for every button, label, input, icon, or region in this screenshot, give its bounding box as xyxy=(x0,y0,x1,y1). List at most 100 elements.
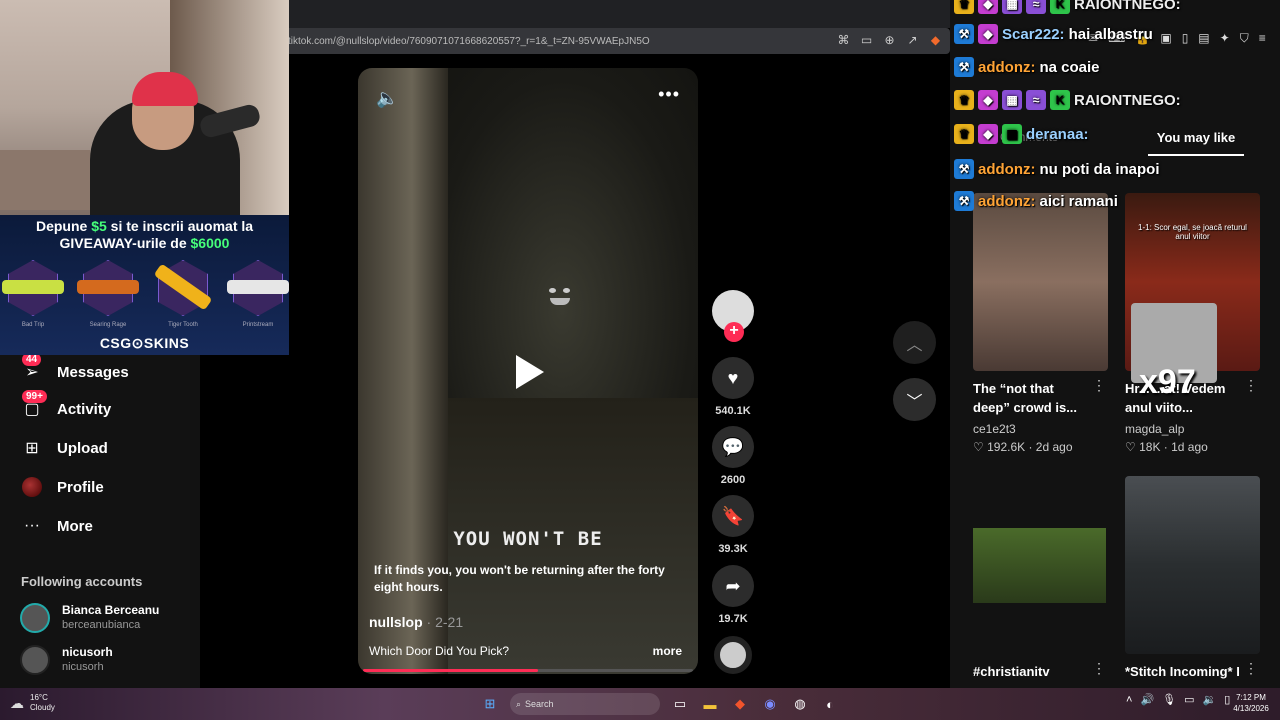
chat-message: ♛ ◆ ▦ ≈ K RAIONTNEGO: xyxy=(954,0,1181,18)
address-bar-icons: ⌘ ▭ ⊕ ↗ ◆ xyxy=(837,34,942,47)
chevron-down-icon: ﹀ xyxy=(906,393,923,411)
speaker-icon[interactable]: 🔊 xyxy=(1140,693,1154,706)
recommendation-card[interactable]: 1-1: Scor egal, se joacă returul anul vi… xyxy=(1125,193,1260,463)
more-options-icon[interactable]: ••• xyxy=(658,84,680,105)
chat-message: ⚒ addonz: aici ramani xyxy=(954,187,1118,215)
rec-title: *Stitch Incoming* I xyxy=(1125,664,1240,679)
task-view-icon[interactable]: ▭ xyxy=(670,694,690,714)
media-icon[interactable]: ◍ xyxy=(790,694,810,714)
screen: tiktok.com/@nullslop/video/7609071071668… xyxy=(0,0,1280,720)
volume-icon[interactable]: 🔈 xyxy=(376,88,398,109)
play-icon[interactable] xyxy=(516,355,544,389)
brave-icon[interactable]: ◆ xyxy=(730,694,750,714)
tier-badge-icon: ≈ xyxy=(1026,0,1046,14)
weather-widget[interactable]: ☁ 16°C Cloudy xyxy=(10,693,55,713)
taskbar-search[interactable]: ⌕ Search xyxy=(510,693,660,715)
chevron-up-icon[interactable]: ˄ xyxy=(1126,694,1132,706)
share-button[interactable]: ➦ xyxy=(712,565,754,607)
csgoskins-logo: CSG⊙SKINS xyxy=(99,335,190,351)
share-arrow-icon: ➦ xyxy=(725,575,741,596)
crown-icon: ♛ xyxy=(954,124,974,144)
like-count: 540.1K xyxy=(715,405,751,417)
comment-icon: 💬 xyxy=(721,436,745,457)
date: 4/13/2026 xyxy=(1233,704,1269,713)
search-label: Search xyxy=(525,699,554,709)
file-explorer-icon[interactable]: ▬ xyxy=(700,694,720,714)
video-author[interactable]: nullslop · 2-21 xyxy=(369,614,463,630)
video-overlay-text: YOU WON'T BE xyxy=(453,528,603,550)
giveaway-line-1: Depune $5 si te inscrii auomat la xyxy=(35,218,254,234)
sidebar-item-label: More xyxy=(57,517,93,535)
author-name[interactable]: nullslop xyxy=(369,614,423,630)
cast-icon[interactable]: ▭ xyxy=(860,34,873,47)
avatar xyxy=(20,603,50,633)
upload-icon: ⊞ xyxy=(25,440,39,457)
following-account[interactable]: Bianca Berceanu berceanubianca xyxy=(20,601,200,635)
chat-message: ⚒ ◆ Scar222: hai albastru xyxy=(954,20,1153,48)
mic-icon[interactable]: 🎙 xyxy=(1162,693,1176,706)
more-options-icon[interactable]: ⋮ xyxy=(1244,660,1258,677)
taskbar-apps: ⊞ ⌕ Search ▭ ▬ ◆ ◉ ◍ ◐ xyxy=(480,693,840,715)
url-text: tiktok.com/@nullslop/video/7609071071668… xyxy=(288,35,650,47)
follow-plus-icon[interactable]: + xyxy=(724,322,744,342)
video-progress-bar[interactable] xyxy=(363,669,693,672)
sidebar-item-activity[interactable]: ▢ 99+ Activity xyxy=(0,390,200,426)
time: 7:12 PM xyxy=(1236,693,1266,702)
next-video-button[interactable]: ﹀ xyxy=(893,378,936,421)
save-button[interactable]: 🔖 xyxy=(712,495,754,537)
like-button[interactable]: ♥ xyxy=(712,357,754,399)
sub-badge-icon: ◆ xyxy=(978,24,998,44)
share-icon[interactable]: ↗ xyxy=(906,34,919,47)
following-account[interactable]: nicusorh nicusorh xyxy=(20,643,200,677)
hammer-icon: ⚒ xyxy=(954,159,974,179)
left-sidebar: ➢ 44 Messages ▢ 99+ Activity ⊞ Upload Pr… xyxy=(0,353,200,688)
previous-video-button[interactable]: ︿ xyxy=(893,321,936,364)
account-handle: berceanubianca xyxy=(62,619,141,631)
sub-badge-icon: ◆ xyxy=(978,0,998,14)
more-options-icon[interactable]: ⋮ xyxy=(1092,660,1106,677)
recommendation-card[interactable]: *Stitch Incoming* I ⋮ xyxy=(1125,476,1260,686)
following-accounts-title: Following accounts xyxy=(21,574,143,589)
bookmark-icon: 🔖 xyxy=(721,505,745,526)
streamer-webcam xyxy=(0,0,289,215)
translate-icon[interactable]: ⌘ xyxy=(837,34,850,47)
tier-badge-icon: ▩ xyxy=(1002,124,1022,144)
recommendation-card[interactable]: #christianitv ⋮ xyxy=(973,476,1108,686)
network-icon[interactable]: ▭ xyxy=(1184,693,1194,706)
gift-icon: ▦ xyxy=(1002,90,1022,110)
clock[interactable]: 7:12 PM 4/13/2026 xyxy=(1226,692,1276,714)
more-link[interactable]: more xyxy=(653,644,682,658)
kick-badge-icon: K xyxy=(1050,0,1070,14)
thumbnail xyxy=(973,528,1106,603)
gift-icon: ▦ xyxy=(1002,0,1022,14)
rec-meta: ♡ 192.6K · 2d ago xyxy=(973,440,1073,454)
start-icon[interactable]: ⊞ xyxy=(480,694,500,714)
sidebar-item-more[interactable]: ··· More xyxy=(0,509,200,543)
account-name: nicusorh xyxy=(62,645,113,659)
sidebar-item-upload[interactable]: ⊞ Upload xyxy=(0,431,200,465)
creature-face xyxy=(543,286,577,312)
more-options-icon[interactable]: ⋮ xyxy=(1092,377,1106,394)
sidebar-item-profile[interactable]: Profile xyxy=(0,470,200,504)
video-player[interactable]: 🔈 ••• YOU WON'T BE If it finds you, you … xyxy=(358,68,698,674)
more-options-icon[interactable]: ⋮ xyxy=(1244,377,1258,394)
discord-icon[interactable]: ◉ xyxy=(760,694,780,714)
sidebar-item-label: Upload xyxy=(57,439,108,457)
rec-meta: ♡ 18K · 1d ago xyxy=(1125,440,1208,454)
volume-icon[interactable]: 🔉 xyxy=(1203,693,1217,706)
address-bar[interactable]: tiktok.com/@nullslop/video/7609071071668… xyxy=(280,28,950,54)
app-icon[interactable]: ◐ xyxy=(820,694,840,714)
skin-item: Printstream xyxy=(225,260,291,330)
skin-item: Searing Rage xyxy=(75,260,141,330)
comment-button[interactable]: 💬 xyxy=(712,426,754,468)
zoom-icon[interactable]: ⊕ xyxy=(883,34,896,47)
profile-icon xyxy=(22,477,42,497)
brave-shield-icon[interactable]: ◆ xyxy=(929,34,942,47)
sidebar-item-messages[interactable]: ➢ 44 Messages xyxy=(0,353,200,389)
search-icon: ⌕ xyxy=(516,698,522,709)
video-description: Which Door Did You Pick? xyxy=(369,644,510,658)
recommendation-card[interactable]: The “not that deep” crowd is... ⋮ ce1e2t… xyxy=(973,193,1108,463)
hammer-icon: ⚒ xyxy=(954,191,974,211)
music-disc-icon[interactable] xyxy=(714,636,752,674)
sub-badge-icon: ◆ xyxy=(978,90,998,110)
